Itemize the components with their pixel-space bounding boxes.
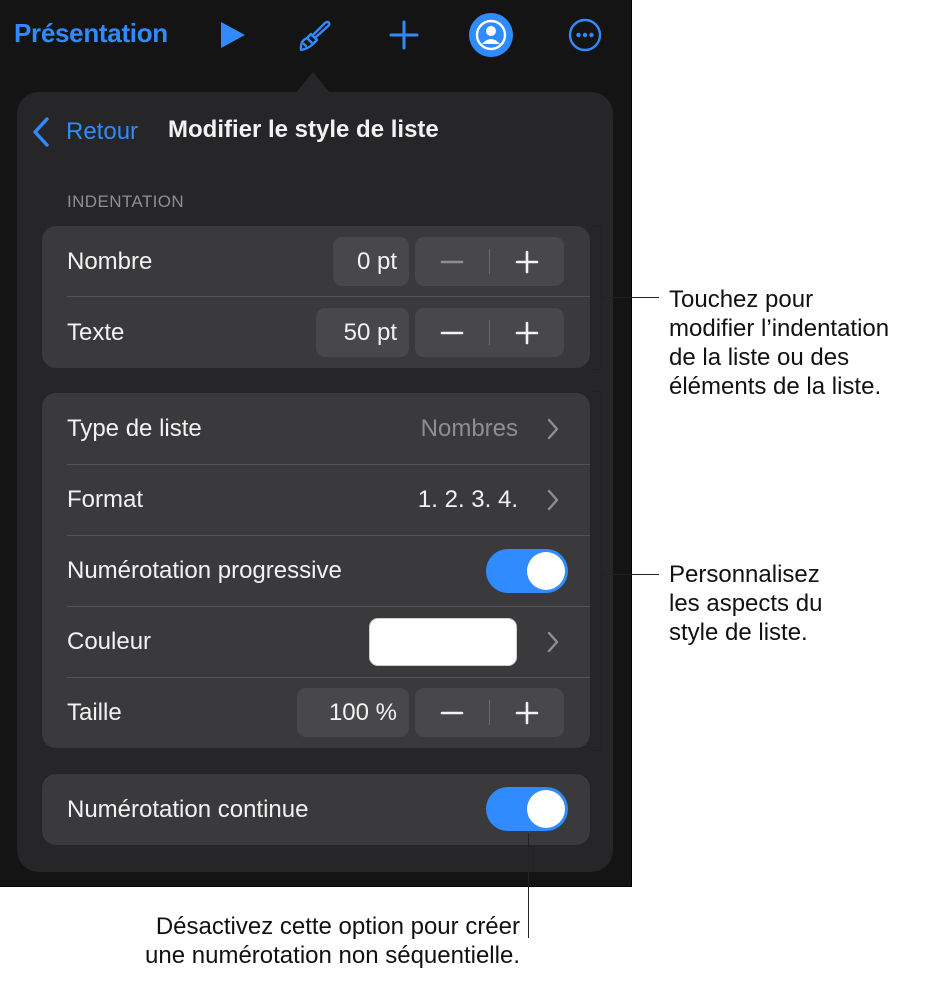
indentation-group: Nombre 0 pt Texte 50 pt xyxy=(42,226,590,368)
more-icon[interactable] xyxy=(564,14,606,56)
toggle-knob xyxy=(527,790,565,828)
indentation-callout-bracket xyxy=(592,226,602,370)
panel-title: Modifier le style de liste xyxy=(168,116,439,143)
format-row[interactable]: Format 1. 2. 3. 4. xyxy=(42,464,590,535)
continuous-numbering-row: Numérotation continue xyxy=(42,774,590,845)
indent-text-label: Texte xyxy=(67,319,125,346)
collaborate-icon[interactable] xyxy=(468,12,514,58)
toolbar: Présentation xyxy=(0,0,632,72)
chevron-right-icon xyxy=(547,418,559,440)
size-increment-button[interactable] xyxy=(490,688,564,737)
indent-number-increment-button[interactable] xyxy=(490,237,564,286)
minus-icon xyxy=(440,331,464,334)
section-header-indentation: INDENTATION xyxy=(67,192,185,211)
plus-icon xyxy=(515,701,539,724)
indent-text-row: Texte 50 pt xyxy=(42,297,590,368)
color-label: Couleur xyxy=(67,628,152,655)
list-type-row[interactable]: Type de liste Nombres xyxy=(42,393,590,464)
paintbrush-icon[interactable] xyxy=(292,14,334,56)
customize-callout-bracket xyxy=(592,391,602,751)
indentation-callout-text: Touchez pour modifier l’indentation de l… xyxy=(669,286,890,400)
indent-text-decrement-button[interactable] xyxy=(415,308,489,357)
color-row[interactable]: Couleur xyxy=(42,606,590,677)
plus-icon[interactable] xyxy=(383,14,425,56)
customize-callout-text: Personnalisez les aspects du style de li… xyxy=(669,561,823,646)
list-type-label: Type de liste xyxy=(67,415,202,442)
back-button[interactable]: Retour xyxy=(30,114,138,150)
list-type-value: Nombres xyxy=(420,415,518,442)
indentation-callout-line xyxy=(601,297,659,298)
indent-number-label: Nombre xyxy=(67,248,153,275)
format-value: 1. 2. 3. 4. xyxy=(417,486,518,513)
play-icon[interactable] xyxy=(210,14,252,56)
continuous-numbering-label: Numérotation continue xyxy=(67,796,309,823)
ipad-screen: Présentation Retour Modifier le style de… xyxy=(0,0,632,887)
size-stepper xyxy=(415,688,564,737)
size-row: Taille 100 % xyxy=(42,677,590,748)
plus-icon xyxy=(515,250,539,273)
progressive-numbering-label: Numérotation progressive xyxy=(67,557,342,584)
indent-text-increment-button[interactable] xyxy=(490,308,564,357)
indent-text-stepper xyxy=(415,308,564,357)
progressive-numbering-toggle[interactable] xyxy=(486,549,568,593)
back-label: Retour xyxy=(66,118,139,145)
indent-number-decrement-button[interactable] xyxy=(415,237,489,286)
progressive-numbering-row: Numérotation progressive xyxy=(42,535,590,606)
plus-icon xyxy=(515,321,539,344)
chevron-right-icon xyxy=(547,631,559,653)
chevron-left-icon xyxy=(33,117,49,147)
continuous-callout-line xyxy=(528,833,529,938)
toggle-knob xyxy=(527,552,565,590)
indent-text-value[interactable]: 50 pt xyxy=(316,308,409,357)
size-label: Taille xyxy=(67,699,122,726)
indent-number-value[interactable]: 0 pt xyxy=(333,237,409,286)
popover-arrow xyxy=(295,72,331,94)
size-value[interactable]: 100 % xyxy=(297,688,409,737)
indent-number-stepper xyxy=(415,237,564,286)
minus-icon xyxy=(440,260,464,263)
presentation-button[interactable]: Présentation xyxy=(14,18,168,49)
continuous-numbering-group: Numérotation continue xyxy=(42,774,590,845)
indent-number-row: Nombre 0 pt xyxy=(42,226,590,297)
customize-callout-line xyxy=(601,574,659,575)
format-label: Format xyxy=(67,486,144,513)
continuous-numbering-toggle[interactable] xyxy=(486,787,568,831)
minus-icon xyxy=(440,711,464,714)
continuous-callout-text: Désactivez cette option pour créer une n… xyxy=(145,913,520,969)
size-decrement-button[interactable] xyxy=(415,688,489,737)
color-swatch[interactable] xyxy=(369,618,517,666)
chevron-right-icon xyxy=(547,489,559,511)
list-style-group: Type de liste Nombres Format 1. 2. 3. 4.… xyxy=(42,393,590,748)
